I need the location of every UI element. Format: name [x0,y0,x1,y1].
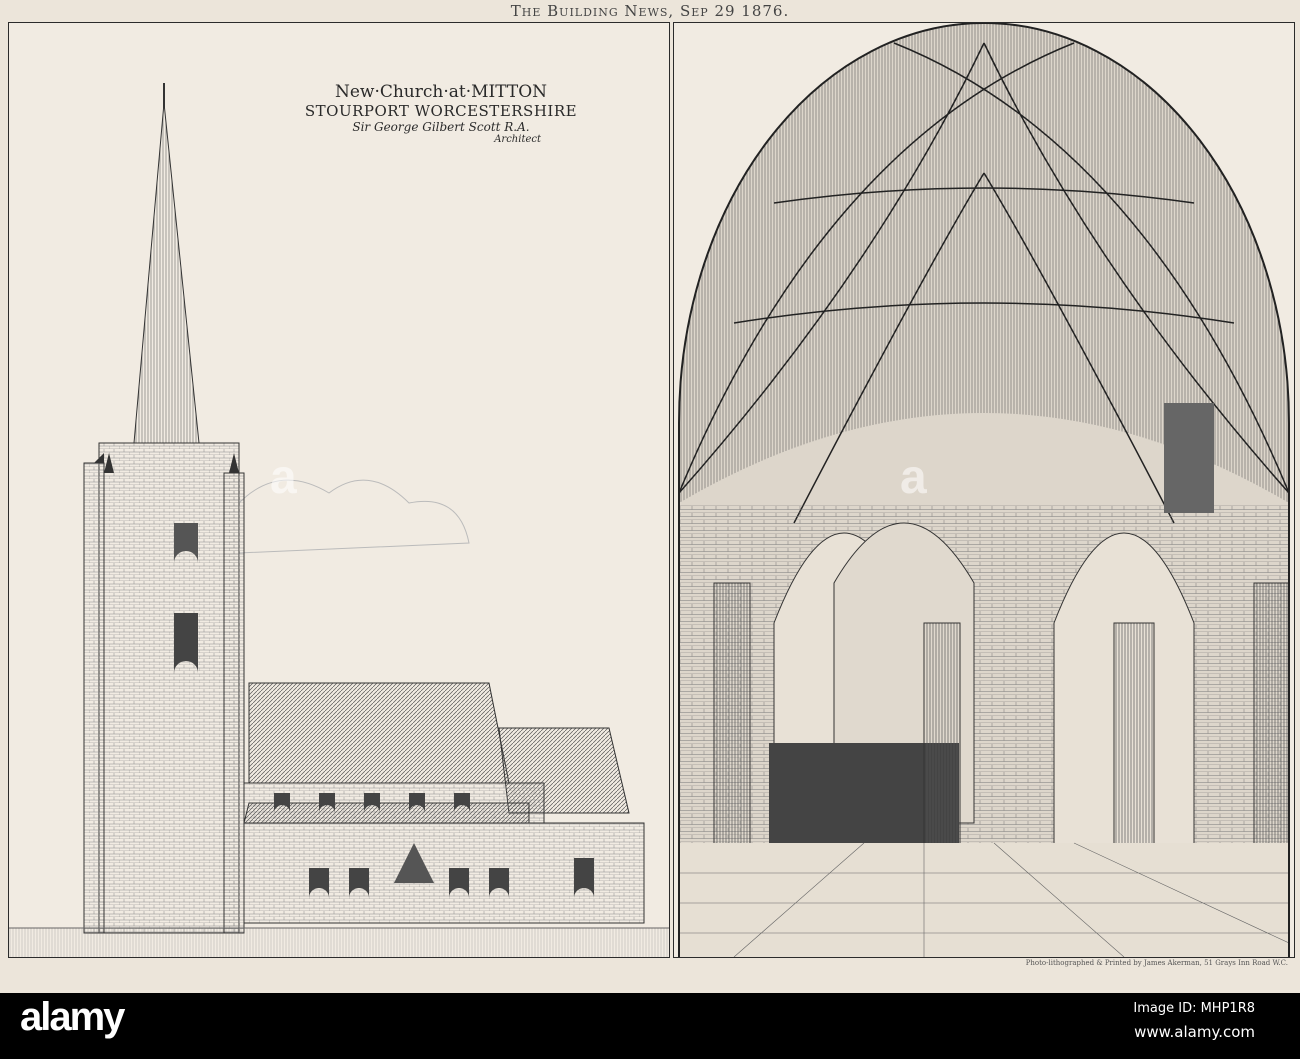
church-interior-drawing [678,23,1290,957]
watermark-right: a [900,451,927,504]
plate-location: STOURPORT WORCESTERSHIRE [304,102,578,120]
stock-footer-bar: alamy Image ID: MHP1R8 www.alamy.com [0,993,1300,1059]
image-id: Image ID: MHP1R8 [1133,1001,1255,1016]
church-exterior-drawing [9,83,669,957]
website-link: www.alamy.com [1134,1023,1255,1041]
architect-role: Architect [494,134,541,145]
church-interior-plate [673,22,1295,958]
printer-credit: Photo-lithographed & Printed by James Ak… [1025,959,1288,967]
publication-header: The Building News, Sep 29 1876. [510,2,790,20]
church-exterior-plate: New·Church·at·MITTON STOURPORT WORCESTER… [8,22,670,958]
plate-title: New·Church·at·MITTON [334,82,548,102]
architect-name: Sir George Gilbert Scott R.A. [352,120,530,134]
alamy-logo: alamy [20,995,125,1039]
plate-title-block: New·Church·at·MITTON STOURPORT WORCESTER… [301,82,581,145]
watermark-left: a [270,451,297,504]
